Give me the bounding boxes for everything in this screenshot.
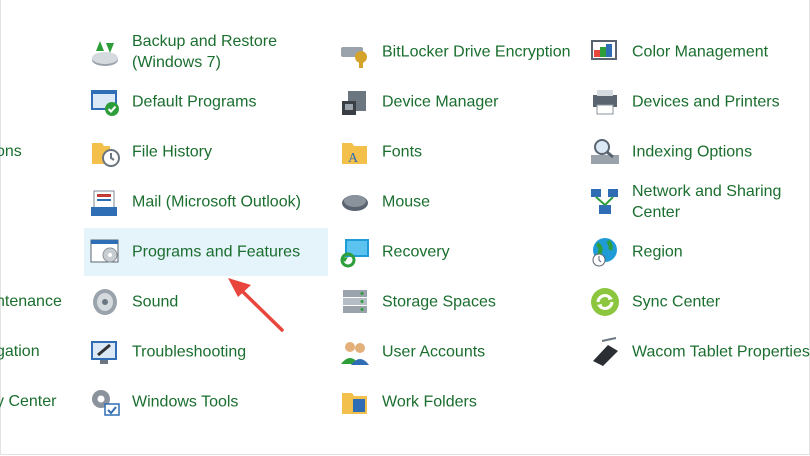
item-file-history[interactable]: File History	[84, 130, 328, 174]
item-label: Storage Spaces	[382, 293, 496, 311]
clipped-item-label[interactable]: gation	[0, 340, 40, 364]
item-backup-and-restore[interactable]: Backup and Restore (Windows 7)	[84, 30, 328, 74]
item-devices-and-printers[interactable]: Devices and Printers	[584, 80, 808, 124]
fonts-folder-icon: A	[338, 135, 372, 169]
item-fonts[interactable]: A Fonts	[334, 130, 578, 174]
work-folders-icon	[338, 385, 372, 419]
item-indexing-options[interactable]: Indexing Options	[584, 130, 808, 174]
network-sharing-icon	[588, 185, 622, 219]
item-storage-spaces[interactable]: Storage Spaces	[334, 280, 578, 324]
item-label: Work Folders	[382, 393, 477, 411]
item-label: Fonts	[382, 143, 423, 161]
windows-tools-icon	[88, 385, 122, 419]
device-manager-icon	[338, 85, 372, 119]
item-label: Region	[632, 243, 683, 261]
color-management-icon	[588, 35, 622, 69]
label-line: (Windows 7)	[132, 54, 221, 71]
svg-text:A: A	[348, 151, 359, 166]
sync-center-icon	[588, 285, 622, 319]
item-windows-tools[interactable]: Windows Tools	[84, 380, 328, 424]
item-label: Sync Center	[632, 293, 721, 311]
label-line: Center	[632, 204, 681, 221]
file-history-icon	[88, 135, 122, 169]
region-globe-icon	[588, 235, 622, 269]
clipped-item-label[interactable]: ons	[0, 140, 22, 164]
item-sync-center[interactable]: Sync Center	[584, 280, 808, 324]
item-programs-and-features[interactable]: Programs and Features	[84, 228, 328, 276]
item-recovery[interactable]: Recovery	[334, 230, 578, 274]
item-label: Indexing Options	[632, 143, 753, 161]
item-sound[interactable]: Sound	[84, 280, 328, 324]
item-label: Color Management	[632, 43, 769, 61]
label-line: Backup and Restore	[132, 33, 277, 50]
item-default-programs[interactable]: Default Programs	[84, 80, 328, 124]
item-label: Wacom Tablet Properties	[632, 343, 810, 361]
item-device-manager[interactable]: Device Manager	[334, 80, 578, 124]
item-color-management[interactable]: Color Management	[584, 30, 808, 74]
item-label: Backup and Restore (Windows 7)	[132, 31, 277, 73]
mouse-icon	[338, 185, 372, 219]
item-work-folders[interactable]: Work Folders	[334, 380, 578, 424]
item-label: Recovery	[382, 243, 450, 261]
item-user-accounts[interactable]: User Accounts	[334, 330, 578, 374]
item-bitlocker[interactable]: BitLocker Drive Encryption	[334, 30, 578, 74]
storage-spaces-icon	[338, 285, 372, 319]
item-label: Mail (Microsoft Outlook)	[132, 193, 301, 211]
item-mouse[interactable]: Mouse	[334, 180, 578, 224]
default-programs-icon	[88, 85, 122, 119]
bitlocker-icon	[338, 35, 372, 69]
wacom-tablet-icon	[588, 335, 622, 369]
item-label: BitLocker Drive Encryption	[382, 43, 571, 61]
label-line: Network and Sharing	[632, 183, 782, 200]
item-label: File History	[132, 143, 213, 161]
item-label: Troubleshooting	[132, 343, 247, 361]
item-mail-outlook[interactable]: Mail (Microsoft Outlook)	[84, 180, 328, 224]
recovery-icon	[338, 235, 372, 269]
item-label: Mouse	[382, 193, 431, 211]
item-label: User Accounts	[382, 343, 486, 361]
item-label: Sound	[132, 293, 179, 311]
item-label: Devices and Printers	[632, 93, 780, 111]
indexing-options-icon	[588, 135, 622, 169]
item-troubleshooting[interactable]: Troubleshooting	[84, 330, 328, 374]
clipped-item-label[interactable]: y Center	[0, 390, 56, 414]
item-region[interactable]: Region	[584, 230, 808, 274]
backup-restore-icon	[88, 35, 122, 69]
mail-icon	[88, 185, 122, 219]
item-network-and-sharing-center[interactable]: Network and Sharing Center	[584, 180, 808, 224]
item-label: Programs and Features	[132, 243, 301, 261]
item-wacom-tablet-properties[interactable]: Wacom Tablet Properties	[584, 330, 810, 374]
item-label: Device Manager	[382, 93, 499, 111]
item-label: Windows Tools	[132, 393, 239, 411]
clipped-item-label[interactable]: ntenance	[0, 290, 62, 314]
item-label: Network and Sharing Center	[632, 181, 781, 223]
item-label: Default Programs	[132, 93, 257, 111]
user-accounts-icon	[338, 335, 372, 369]
devices-printers-icon	[588, 85, 622, 119]
programs-features-icon	[88, 235, 122, 269]
troubleshooting-icon	[88, 335, 122, 369]
sound-icon	[88, 285, 122, 319]
